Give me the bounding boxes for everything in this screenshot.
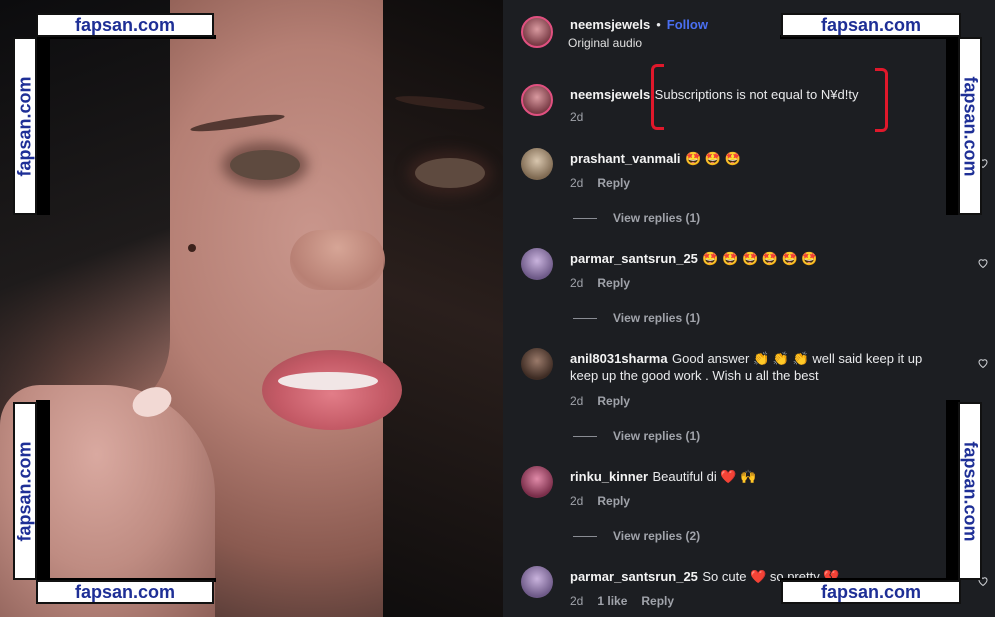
comment-age: 2d — [570, 110, 584, 124]
watermark-label: fapsan.com — [958, 402, 982, 580]
view-replies-button[interactable]: View replies (1) — [573, 429, 700, 443]
comment-text: 🤩 🤩 🤩 🤩 🤩 🤩 — [702, 251, 818, 266]
comments-panel: neemsjewels • Follow Original audio neemsj… — [503, 0, 995, 617]
mouth — [278, 372, 378, 390]
comment-age: 2d — [570, 394, 584, 408]
watermark-text: fapsan.com — [960, 440, 981, 542]
comment-username[interactable]: rinku_kinner — [570, 469, 648, 484]
comment-text: Subscriptions is not equal to N¥d!ty — [654, 87, 859, 102]
comment-meta: 2d Reply — [570, 276, 644, 290]
mole — [188, 244, 196, 252]
comment-meta: 2d — [570, 110, 597, 124]
eye-left — [230, 150, 300, 180]
avatar[interactable] — [521, 16, 553, 48]
view-replies-label: View replies (2) — [613, 529, 701, 543]
comment-0: neemsjewels Subscriptions is not equal t… — [570, 86, 858, 104]
watermark-label: fapsan.com — [781, 13, 961, 37]
divider — [573, 317, 597, 319]
watermark-frame — [36, 35, 50, 215]
watermark-text: fapsan.com — [14, 440, 35, 542]
reply-button[interactable]: Reply — [597, 494, 630, 508]
comment-2: parmar_santsrun_25 🤩 🤩 🤩 🤩 🤩 🤩 — [570, 250, 818, 268]
annotation-bracket-left — [651, 64, 664, 130]
comment-age: 2d — [570, 276, 584, 290]
comment-3: anil8031sharma Good answer 👏 👏 👏 well sa… — [570, 350, 922, 368]
annotation-bracket-right — [875, 68, 888, 132]
comment-1: prashant_vanmali 🤩 🤩 🤩 — [570, 150, 741, 168]
comment-username[interactable]: neemsjewels — [570, 87, 650, 102]
reply-button[interactable]: Reply — [597, 394, 630, 408]
watermark-label: fapsan.com — [36, 580, 214, 604]
comment-username[interactable]: anil8031sharma — [570, 351, 668, 366]
watermark-label: fapsan.com — [781, 580, 961, 604]
watermark-label: fapsan.com — [36, 13, 214, 37]
avatar[interactable] — [521, 466, 553, 498]
watermark-frame — [36, 400, 50, 582]
comment-4: rinku_kinner Beautiful di ❤️ 🙌 — [570, 468, 756, 486]
reply-button[interactable]: Reply — [641, 594, 674, 608]
view-replies-button[interactable]: View replies (2) — [573, 529, 700, 543]
watermark-text: fapsan.com — [14, 75, 35, 177]
comment-meta: 2d Reply — [570, 494, 644, 508]
avatar[interactable] — [521, 148, 553, 180]
comment-meta: 2d Reply — [570, 394, 644, 408]
divider — [573, 435, 597, 437]
comment-text: Beautiful di ❤️ 🙌 — [652, 469, 757, 484]
watermark-label: fapsan.com — [13, 402, 37, 580]
view-replies-label: View replies (1) — [613, 211, 701, 225]
hair-shape-right — [383, 0, 503, 617]
like-count[interactable]: 1 like — [597, 594, 627, 608]
comment-username[interactable]: parmar_santsrun_25 — [570, 569, 698, 584]
eye-right — [415, 158, 485, 188]
lips — [262, 350, 402, 430]
video-frame[interactable] — [0, 0, 503, 617]
comment-age: 2d — [570, 594, 584, 608]
post-header: neemsjewels • Follow — [570, 16, 708, 34]
divider — [573, 535, 597, 537]
post-username[interactable]: neemsjewels — [570, 17, 650, 32]
comment-age: 2d — [570, 176, 584, 190]
watermark-text: fapsan.com — [960, 75, 981, 177]
comment-username[interactable]: prashant_vanmali — [570, 151, 681, 166]
avatar[interactable] — [521, 348, 553, 380]
audio-label[interactable]: Original audio — [568, 36, 642, 50]
avatar[interactable] — [521, 566, 553, 598]
watermark-label: fapsan.com — [13, 37, 37, 215]
comment-age: 2d — [570, 494, 584, 508]
separator-dot: • — [656, 17, 661, 32]
heart-icon[interactable] — [977, 357, 989, 369]
divider — [573, 217, 597, 219]
comment-text-continued: keep up the good work . Wish u all the b… — [570, 368, 819, 383]
comment-text: Good answer 👏 👏 👏 well said keep it up — [672, 351, 923, 366]
avatar[interactable] — [521, 84, 553, 116]
comment-username[interactable]: parmar_santsrun_25 — [570, 251, 698, 266]
view-replies-label: View replies (1) — [613, 311, 701, 325]
nose — [290, 230, 385, 290]
reply-button[interactable]: Reply — [597, 176, 630, 190]
comment-text: 🤩 🤩 🤩 — [685, 151, 741, 166]
heart-icon[interactable] — [977, 257, 989, 269]
comment-meta: 2d Reply — [570, 176, 644, 190]
eyebrow-left — [189, 111, 286, 135]
watermark-label: fapsan.com — [958, 37, 982, 215]
view-replies-button[interactable]: View replies (1) — [573, 311, 700, 325]
avatar[interactable] — [521, 248, 553, 280]
view-replies-button[interactable]: View replies (1) — [573, 211, 700, 225]
follow-button[interactable]: Follow — [667, 17, 708, 32]
view-replies-label: View replies (1) — [613, 429, 701, 443]
comment-meta: 2d 1 like Reply — [570, 594, 688, 608]
reply-button[interactable]: Reply — [597, 276, 630, 290]
